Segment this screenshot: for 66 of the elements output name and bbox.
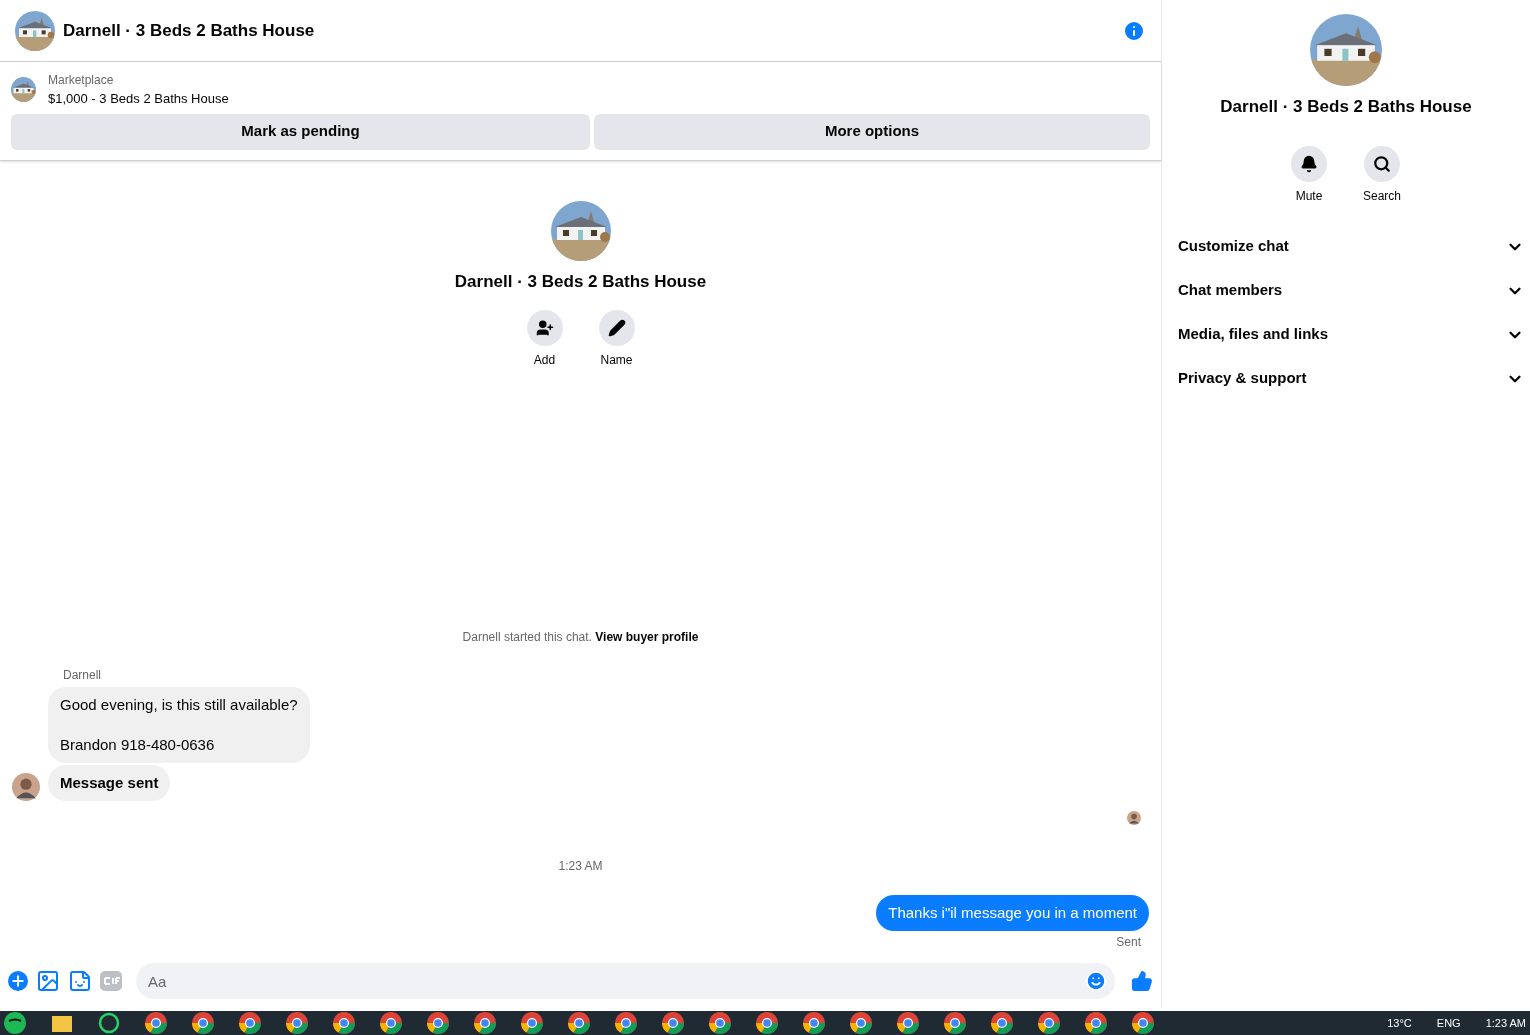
pencil-icon — [607, 319, 626, 337]
message-bubble: Good evening, is this still available? Brandon 918-480-0636 — [48, 686, 310, 763]
browser-icon[interactable] — [850, 1012, 872, 1034]
message-field[interactable]: Aa — [136, 963, 1115, 999]
browser-icon[interactable] — [1085, 1012, 1107, 1034]
message-status: Sent — [1116, 934, 1141, 951]
browser-icon[interactable] — [568, 1012, 590, 1034]
chat-app-icon[interactable] — [98, 1012, 120, 1034]
panel-section[interactable]: Customize chat — [1178, 224, 1524, 269]
browser-icon[interactable] — [474, 1012, 496, 1034]
image-icon[interactable] — [36, 969, 60, 993]
chat-start-notice: Darnell started this chat. View buyer profile — [462, 629, 699, 644]
language-indicator: ENG — [1436, 1015, 1461, 1031]
add-icon[interactable] — [8, 971, 28, 991]
avatar — [12, 772, 40, 801]
action-button[interactable] — [526, 310, 563, 346]
browser-icon[interactable] — [380, 1012, 402, 1034]
clock: 1:23 AM — [1485, 1015, 1526, 1031]
browser-icon[interactable] — [192, 1012, 214, 1034]
weather-temperature: 13°C — [1387, 1015, 1412, 1031]
panel-section[interactable]: Chat members — [1178, 268, 1524, 313]
browser-icon[interactable] — [944, 1012, 966, 1034]
browser-icon[interactable] — [427, 1012, 449, 1034]
like-icon[interactable] — [1131, 970, 1153, 992]
browser-icon[interactable] — [145, 1012, 167, 1034]
panel-section[interactable]: Media, files and links — [1178, 312, 1524, 357]
browser-icon[interactable] — [521, 1012, 543, 1034]
action-button[interactable] — [1364, 145, 1400, 182]
action-label: Search — [1363, 187, 1401, 205]
sticker-icon[interactable] — [68, 969, 92, 993]
search-icon — [1373, 154, 1391, 173]
listing-button[interactable]: More options — [594, 113, 1150, 150]
browser-icon[interactable] — [333, 1012, 355, 1034]
panel-title: Darnell · 3 Beds 2 Baths House — [1220, 96, 1472, 118]
buyer-profile-link[interactable]: View buyer profile — [595, 629, 699, 644]
conversation-title: Darnell · 3 Beds 2 Baths House — [454, 270, 707, 293]
panel-section[interactable]: Privacy & support — [1178, 356, 1524, 401]
timestamp: 1:23 AM — [558, 858, 603, 873]
avatar — [1127, 810, 1141, 825]
browser-icon[interactable] — [991, 1012, 1013, 1034]
listing-button[interactable]: Mark as pending — [11, 113, 590, 150]
browser-icon[interactable] — [286, 1012, 308, 1034]
browser-icon[interactable] — [662, 1012, 684, 1034]
chat-title: Darnell · 3 Beds 2 Baths House — [63, 19, 315, 42]
browser-icon[interactable] — [239, 1012, 261, 1034]
action-label: Mute — [1295, 187, 1323, 205]
browser-icon[interactable] — [897, 1012, 919, 1034]
browser-icon[interactable] — [756, 1012, 778, 1034]
message-bubble: Message sent — [48, 764, 171, 801]
sender-name: Darnell — [63, 666, 102, 684]
emoji-icon[interactable] — [1085, 970, 1107, 992]
app-icon[interactable] — [4, 1012, 26, 1034]
action-button[interactable] — [1291, 145, 1327, 182]
browser-icon[interactable] — [709, 1012, 731, 1034]
action-label: Add — [533, 352, 556, 369]
listing-source: Marketplace — [48, 72, 115, 89]
browser-icon[interactable] — [1038, 1012, 1060, 1034]
bell-icon — [1300, 154, 1318, 173]
browser-icon[interactable] — [1132, 1012, 1154, 1034]
browser-icon[interactable] — [803, 1012, 825, 1034]
listing-title[interactable]: $1,000 - 3 Beds 2 Baths House — [48, 89, 229, 109]
add-person-icon — [535, 319, 554, 337]
browser-icon[interactable] — [615, 1012, 637, 1034]
action-label: Name — [600, 352, 633, 369]
sent-message-bubble: Thanks i"il message you in a moment — [876, 894, 1149, 931]
action-button[interactable] — [598, 310, 635, 346]
